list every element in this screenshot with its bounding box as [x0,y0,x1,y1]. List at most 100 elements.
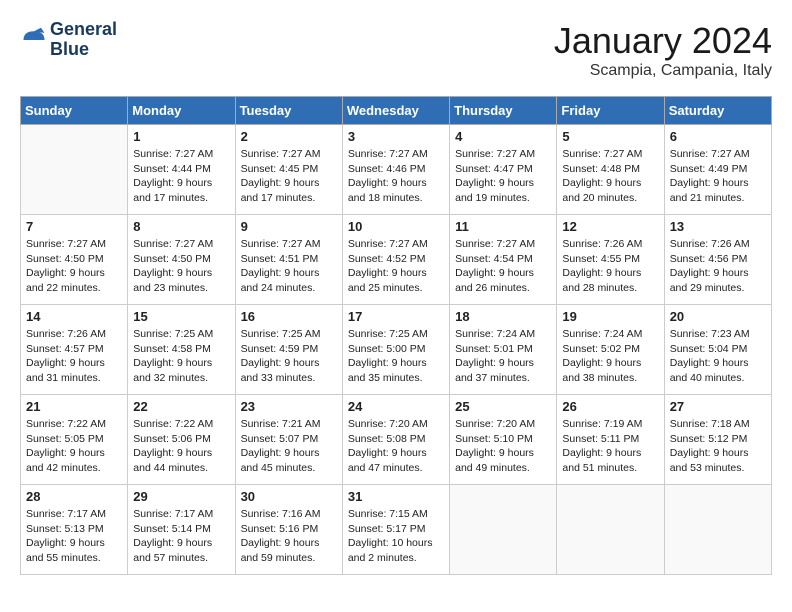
calendar-header-row: SundayMondayTuesdayWednesdayThursdayFrid… [21,97,772,125]
day-info: Sunrise: 7:26 AM Sunset: 4:57 PM Dayligh… [26,327,122,386]
calendar-cell: 6Sunrise: 7:27 AM Sunset: 4:49 PM Daylig… [664,125,771,215]
calendar-cell: 1Sunrise: 7:27 AM Sunset: 4:44 PM Daylig… [128,125,235,215]
day-info: Sunrise: 7:26 AM Sunset: 4:55 PM Dayligh… [562,237,658,296]
day-info: Sunrise: 7:22 AM Sunset: 5:06 PM Dayligh… [133,417,229,476]
day-info: Sunrise: 7:27 AM Sunset: 4:50 PM Dayligh… [133,237,229,296]
day-info: Sunrise: 7:27 AM Sunset: 4:47 PM Dayligh… [455,147,551,206]
calendar-cell: 10Sunrise: 7:27 AM Sunset: 4:52 PM Dayli… [342,215,449,305]
calendar-cell: 5 Sunrise: 7:27 AM Sunset: 4:48 PM Daylig… [557,125,664,215]
day-number: 12 [562,219,658,234]
day-info: Sunrise: 7:20 AM Sunset: 5:10 PM Dayligh… [455,417,551,476]
calendar-cell: 26Sunrise: 7:19 AM Sunset: 5:11 PM Dayli… [557,395,664,485]
calendar-cell [21,125,128,215]
day-info: Sunrise: 7:19 AM Sunset: 5:11 PM Dayligh… [562,417,658,476]
day-header-thursday: Thursday [450,97,557,125]
day-header-friday: Friday [557,97,664,125]
calendar-cell [450,485,557,575]
day-number: 31 [348,489,444,504]
day-number: 2 [241,129,337,144]
page-header: General Blue January 2024 Scampia, Campa… [20,20,772,80]
day-number: 8 [133,219,229,234]
day-info: Sunrise: 7:17 AM Sunset: 5:13 PM Dayligh… [26,507,122,566]
logo-icon [20,26,48,54]
day-info: Sunrise: 7:27 AM Sunset: 4:51 PM Dayligh… [241,237,337,296]
day-header-saturday: Saturday [664,97,771,125]
calendar-cell: 9 Sunrise: 7:27 AM Sunset: 4:51 PM Daylig… [235,215,342,305]
calendar-cell: 14 Sunrise: 7:26 AM Sunset: 4:57 PM Dayli… [21,305,128,395]
logo-text: General Blue [50,20,117,60]
calendar-cell: 30 Sunrise: 7:16 AM Sunset: 5:16 PM Dayli… [235,485,342,575]
calendar-cell: 15Sunrise: 7:25 AM Sunset: 4:58 PM Dayli… [128,305,235,395]
month-title: January 2024 [554,20,772,62]
day-number: 27 [670,399,766,414]
calendar-cell: 16 Sunrise: 7:25 AM Sunset: 4:59 PM Dayli… [235,305,342,395]
day-number: 29 [133,489,229,504]
day-info: Sunrise: 7:25 AM Sunset: 5:00 PM Dayligh… [348,327,444,386]
calendar-cell: 18Sunrise: 7:24 AM Sunset: 5:01 PM Dayli… [450,305,557,395]
day-number: 20 [670,309,766,324]
calendar-cell: 21 Sunrise: 7:22 AM Sunset: 5:05 PM Dayli… [21,395,128,485]
day-number: 30 [241,489,337,504]
day-info: Sunrise: 7:21 AM Sunset: 5:07 PM Dayligh… [241,417,337,476]
calendar-cell: 13Sunrise: 7:26 AM Sunset: 4:56 PM Dayli… [664,215,771,305]
day-number: 21 [26,399,122,414]
day-header-monday: Monday [128,97,235,125]
day-info: Sunrise: 7:25 AM Sunset: 4:59 PM Dayligh… [241,327,337,386]
day-info: Sunrise: 7:18 AM Sunset: 5:12 PM Dayligh… [670,417,766,476]
day-number: 10 [348,219,444,234]
day-info: Sunrise: 7:27 AM Sunset: 4:45 PM Dayligh… [241,147,337,206]
day-number: 17 [348,309,444,324]
day-info: Sunrise: 7:17 AM Sunset: 5:14 PM Dayligh… [133,507,229,566]
day-number: 25 [455,399,551,414]
day-number: 3 [348,129,444,144]
day-info: Sunrise: 7:27 AM Sunset: 4:50 PM Dayligh… [26,237,122,296]
day-number: 7 [26,219,122,234]
day-number: 13 [670,219,766,234]
day-info: Sunrise: 7:24 AM Sunset: 5:02 PM Dayligh… [562,327,658,386]
calendar-cell: 25 Sunrise: 7:20 AM Sunset: 5:10 PM Dayli… [450,395,557,485]
calendar-cell: 7 Sunrise: 7:27 AM Sunset: 4:50 PM Daylig… [21,215,128,305]
logo: General Blue [20,20,117,60]
day-info: Sunrise: 7:27 AM Sunset: 4:44 PM Dayligh… [133,147,229,206]
day-number: 14 [26,309,122,324]
calendar-week-1: 1Sunrise: 7:27 AM Sunset: 4:44 PM Daylig… [21,125,772,215]
calendar-cell: 4 Sunrise: 7:27 AM Sunset: 4:47 PM Daylig… [450,125,557,215]
calendar-body: 1Sunrise: 7:27 AM Sunset: 4:44 PM Daylig… [21,125,772,575]
calendar-cell: 2 Sunrise: 7:27 AM Sunset: 4:45 PM Daylig… [235,125,342,215]
calendar-cell: 22 Sunrise: 7:22 AM Sunset: 5:06 PM Dayli… [128,395,235,485]
day-header-wednesday: Wednesday [342,97,449,125]
day-number: 23 [241,399,337,414]
day-info: Sunrise: 7:20 AM Sunset: 5:08 PM Dayligh… [348,417,444,476]
day-number: 16 [241,309,337,324]
day-info: Sunrise: 7:16 AM Sunset: 5:16 PM Dayligh… [241,507,337,566]
day-info: Sunrise: 7:27 AM Sunset: 4:54 PM Dayligh… [455,237,551,296]
day-number: 19 [562,309,658,324]
calendar-cell: 8 Sunrise: 7:27 AM Sunset: 4:50 PM Daylig… [128,215,235,305]
calendar-cell: 11 Sunrise: 7:27 AM Sunset: 4:54 PM Dayli… [450,215,557,305]
calendar-table: SundayMondayTuesdayWednesdayThursdayFrid… [20,96,772,575]
calendar-cell: 12 Sunrise: 7:26 AM Sunset: 4:55 PM Dayli… [557,215,664,305]
calendar-week-5: 28Sunrise: 7:17 AM Sunset: 5:13 PM Dayli… [21,485,772,575]
day-number: 5 [562,129,658,144]
day-header-tuesday: Tuesday [235,97,342,125]
day-number: 15 [133,309,229,324]
calendar-cell: 31 Sunrise: 7:15 AM Sunset: 5:17 PM Dayli… [342,485,449,575]
day-number: 4 [455,129,551,144]
calendar-week-3: 14 Sunrise: 7:26 AM Sunset: 4:57 PM Dayli… [21,305,772,395]
day-info: Sunrise: 7:27 AM Sunset: 4:46 PM Dayligh… [348,147,444,206]
day-info: Sunrise: 7:27 AM Sunset: 4:49 PM Dayligh… [670,147,766,206]
day-info: Sunrise: 7:15 AM Sunset: 5:17 PM Dayligh… [348,507,444,566]
day-number: 22 [133,399,229,414]
calendar-cell: 19 Sunrise: 7:24 AM Sunset: 5:02 PM Dayli… [557,305,664,395]
calendar-cell: 27 Sunrise: 7:18 AM Sunset: 5:12 PM Dayli… [664,395,771,485]
day-header-sunday: Sunday [21,97,128,125]
title-block: January 2024 Scampia, Campania, Italy [554,20,772,80]
day-number: 24 [348,399,444,414]
day-number: 18 [455,309,551,324]
day-info: Sunrise: 7:27 AM Sunset: 4:48 PM Dayligh… [562,147,658,206]
day-number: 11 [455,219,551,234]
calendar-cell: 20Sunrise: 7:23 AM Sunset: 5:04 PM Dayli… [664,305,771,395]
day-info: Sunrise: 7:22 AM Sunset: 5:05 PM Dayligh… [26,417,122,476]
day-number: 9 [241,219,337,234]
calendar-cell [557,485,664,575]
